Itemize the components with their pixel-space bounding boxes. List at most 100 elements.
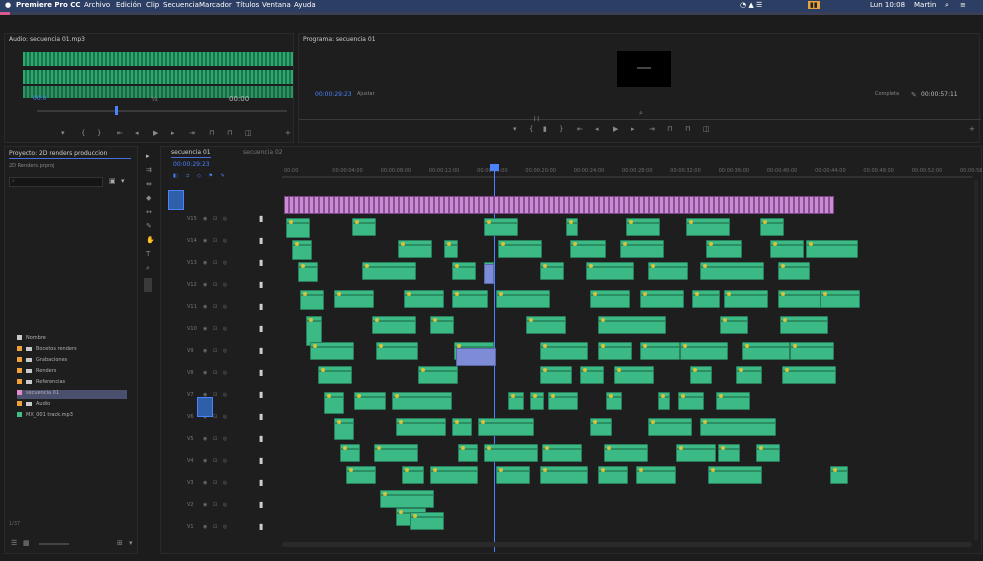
extract-icon[interactable]: ⊓ [685,124,690,134]
go-to-in-icon[interactable]: ⇤ [117,128,123,138]
video-clip[interactable] [590,290,630,308]
video-clip[interactable] [606,392,622,410]
track-lock-icon[interactable]: ▮ [259,236,263,245]
video-clip[interactable] [676,444,716,462]
step-back-icon[interactable]: ◂ [135,128,139,138]
timeline-vertical-scrollbar[interactable] [974,180,978,540]
video-clip[interactable] [648,262,688,280]
video-clip[interactable] [398,240,432,258]
track-header[interactable]: V10 ◉ ⊡ ◎ ▮ [185,320,280,344]
program-monitor-title[interactable]: Programa: secuencia 01 [303,36,376,43]
wrench-icon[interactable]: ✎ [911,91,917,99]
track-toggle-icons[interactable]: ◉ ⊡ ◎ [203,260,229,266]
video-clip[interactable] [478,418,534,436]
timeline-horizontal-scrollbar[interactable] [282,542,972,547]
source-monitor-title[interactable]: Audio: secuencia 01.mp3 [9,36,85,43]
video-clip[interactable] [540,262,564,280]
work-area-bar[interactable] [282,176,972,178]
program-go-in-icon[interactable]: } [559,124,563,134]
source-patch-v1[interactable] [168,190,184,210]
video-clip[interactable] [690,366,712,384]
video-clip[interactable] [736,366,762,384]
video-clip[interactable] [458,444,478,462]
audio-track-clip[interactable] [284,196,834,214]
program-timecode[interactable]: 00:00:29:23 [315,91,352,98]
track-toggle-icons[interactable]: ◉ ⊡ ◎ [203,436,229,442]
lift-icon[interactable]: ⊓ [667,124,672,134]
menu-archivo[interactable]: Archivo [84,1,110,9]
video-clip[interactable] [806,240,858,258]
step-forward-icon[interactable]: ▸ [171,128,175,138]
video-clip[interactable] [402,466,424,484]
track-toggle-icons[interactable]: ◉ ⊡ ◎ [203,480,229,486]
menu-ayuda[interactable]: Ayuda [294,1,316,9]
track-lock-icon[interactable]: ▮ [259,324,263,333]
video-clip[interactable] [540,366,572,384]
video-clip[interactable] [686,218,730,236]
video-clip[interactable] [300,290,324,310]
video-clip[interactable] [496,290,550,308]
track-header[interactable]: V2 ◉ ⊡ ◎ ▮ [185,496,280,520]
video-clip[interactable] [352,218,376,236]
video-clip[interactable] [354,392,386,410]
source-patch-a1[interactable] [197,397,213,417]
video-clip[interactable] [362,262,416,280]
new-item-icon[interactable]: ⊞ [117,539,123,547]
track-toggle-icons[interactable]: ◉ ⊡ ◎ [203,458,229,464]
video-clip[interactable] [298,262,318,282]
video-clip[interactable] [396,418,446,436]
program-mark-out-icon[interactable]: ▮ [543,124,547,134]
ripple-tool-icon[interactable]: ⇹ [146,180,152,188]
video-clip[interactable] [720,316,748,334]
video-clip[interactable] [648,418,692,436]
video-clip[interactable] [708,466,762,484]
selected-clip[interactable] [484,264,494,284]
video-clip[interactable] [340,444,360,462]
track-lock-icon[interactable]: ▮ [259,368,263,377]
track-toggle-icons[interactable]: ◉ ⊡ ◎ [203,238,229,244]
bin-item[interactable]: secuencia 01 [17,390,127,399]
video-clip[interactable] [496,466,530,484]
program-quality-dropdown[interactable]: Completa [875,91,899,97]
video-clip[interactable] [372,316,416,334]
timeline-tab-seq01[interactable]: secuencia 01 [171,149,211,156]
track-toggle-icons[interactable]: ◉ ⊡ ◎ [203,326,229,332]
track-header[interactable]: V9 ◉ ⊡ ◎ ▮ [185,342,280,366]
wifi-icon[interactable]: ◔ ▲ ☰ [740,1,762,9]
video-clip[interactable] [566,218,578,236]
overwrite-icon[interactable]: ⊓ [227,128,232,138]
video-clip[interactable] [380,490,434,508]
track-header[interactable]: V1 ◉ ⊡ ◎ ▮ [185,518,280,542]
video-clip[interactable] [770,240,804,258]
video-clip[interactable] [310,342,354,360]
source-timecode[interactable]: 00:0 [33,95,46,102]
menu-clip[interactable]: Clip [146,1,159,9]
track-lock-icon[interactable]: ▮ [259,280,263,289]
insert-icon[interactable]: ⊓ [209,128,214,138]
menu-user[interactable]: Martin [914,1,936,9]
razor-tool-icon[interactable]: ◆ [146,194,151,202]
video-clip[interactable] [586,262,634,280]
filter-icon[interactable]: ▾ [121,177,125,185]
video-clip[interactable] [444,240,458,258]
track-header[interactable]: V11 ◉ ⊡ ◎ ▮ [185,298,280,322]
spotlight-icon[interactable]: ⌕ [945,1,949,10]
track-header[interactable]: V13 ◉ ⊡ ◎ ▮ [185,254,280,278]
selection-tool-icon[interactable]: ▸ [146,152,150,160]
video-clip[interactable] [700,418,776,436]
program-mark-in-icon[interactable]: { [529,124,533,134]
video-clip[interactable] [530,392,544,410]
bin-item[interactable]: Audio [17,401,50,410]
video-clip[interactable] [598,342,632,360]
track-lock-icon[interactable]: ▮ [259,434,263,443]
video-clip[interactable] [286,218,310,238]
video-clip[interactable] [392,392,452,410]
apple-menu-icon[interactable]: ● [5,1,11,9]
video-clip[interactable] [778,262,810,280]
program-marker-icon[interactable]: ▾ [513,124,517,134]
video-clip[interactable] [334,290,374,308]
source-playhead[interactable] [115,106,118,115]
type-tool-icon[interactable]: T [146,250,150,258]
video-clip[interactable] [452,262,476,280]
video-clip[interactable] [452,418,472,436]
